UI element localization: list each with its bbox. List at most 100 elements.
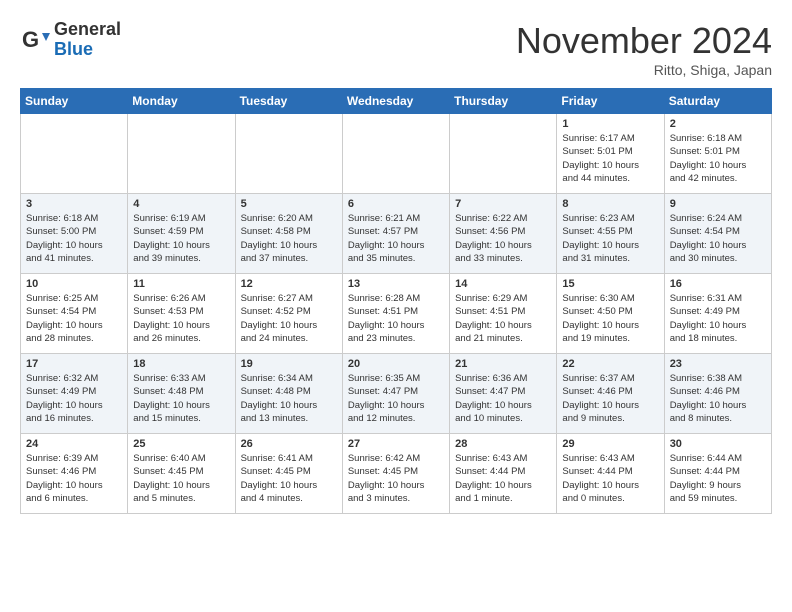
day-number: 30 — [670, 438, 766, 450]
day-info: Sunrise: 6:38 AM Sunset: 4:46 PM Dayligh… — [670, 372, 766, 425]
calendar-cell: 5Sunrise: 6:20 AM Sunset: 4:58 PM Daylig… — [235, 194, 342, 274]
page-header: G General Blue November 2024 Ritto, Shig… — [20, 20, 772, 78]
day-number: 7 — [455, 198, 551, 210]
calendar-cell: 7 Sunrise: 6:22 AM Sunset: 4:56 PM Daylig… — [450, 194, 557, 274]
calendar-week-row: 3Sunrise: 6:18 AM Sunset: 5:00 PM Daylig… — [21, 194, 772, 274]
day-info: Sunrise: 6:43 AM Sunset: 4:44 PM Dayligh… — [562, 452, 658, 505]
day-number: 15 — [562, 278, 658, 290]
day-number: 18 — [133, 358, 229, 370]
calendar-cell: 24Sunrise: 6:39 AM Sunset: 4:46 PM Dayli… — [21, 434, 128, 514]
weekday-header-saturday: Saturday — [664, 89, 771, 114]
weekday-header-sunday: Sunday — [21, 89, 128, 114]
calendar-cell: 17Sunrise: 6:32 AM Sunset: 4:49 PM Dayli… — [21, 354, 128, 434]
weekday-header-friday: Friday — [557, 89, 664, 114]
calendar-week-row: 1 Sunrise: 6:17 AM Sunset: 5:01 PM Daylig… — [21, 114, 772, 194]
svg-text:G: G — [22, 27, 39, 52]
day-info: Sunrise: 6:42 AM Sunset: 4:45 PM Dayligh… — [348, 452, 444, 505]
logo-blue-text: Blue — [54, 40, 121, 60]
calendar-cell: 16 Sunrise: 6:31 AM Sunset: 4:49 PM Dayli… — [664, 274, 771, 354]
day-number: 9 — [670, 198, 766, 210]
day-number: 1 — [562, 118, 658, 130]
calendar-cell: 14Sunrise: 6:29 AM Sunset: 4:51 PM Dayli… — [450, 274, 557, 354]
title-block: November 2024 Ritto, Shiga, Japan — [516, 20, 772, 78]
day-info: Sunrise: 6:26 AM Sunset: 4:53 PM Dayligh… — [133, 292, 229, 345]
day-info: Sunrise: 6:27 AM Sunset: 4:52 PM Dayligh… — [241, 292, 337, 345]
calendar-cell: 19Sunrise: 6:34 AM Sunset: 4:48 PM Dayli… — [235, 354, 342, 434]
day-info: Sunrise: 6:33 AM Sunset: 4:48 PM Dayligh… — [133, 372, 229, 425]
day-info: Sunrise: 6:17 AM Sunset: 5:01 PM Dayligh… — [562, 132, 658, 185]
calendar-cell: 20 Sunrise: 6:35 AM Sunset: 4:47 PM Dayli… — [342, 354, 449, 434]
calendar-body: 1 Sunrise: 6:17 AM Sunset: 5:01 PM Daylig… — [21, 114, 772, 514]
calendar-cell: 18 Sunrise: 6:33 AM Sunset: 4:48 PM Dayli… — [128, 354, 235, 434]
day-info: Sunrise: 6:32 AM Sunset: 4:49 PM Dayligh… — [26, 372, 122, 425]
day-number: 27 — [348, 438, 444, 450]
calendar-cell — [128, 114, 235, 194]
day-info: Sunrise: 6:37 AM Sunset: 4:46 PM Dayligh… — [562, 372, 658, 425]
day-info: Sunrise: 6:30 AM Sunset: 4:50 PM Dayligh… — [562, 292, 658, 345]
day-number: 14 — [455, 278, 551, 290]
day-number: 10 — [26, 278, 122, 290]
day-number: 21 — [455, 358, 551, 370]
calendar-cell: 28 Sunrise: 6:43 AM Sunset: 4:44 PM Dayli… — [450, 434, 557, 514]
day-number: 28 — [455, 438, 551, 450]
day-info: Sunrise: 6:43 AM Sunset: 4:44 PM Dayligh… — [455, 452, 551, 505]
day-info: Sunrise: 6:24 AM Sunset: 4:54 PM Dayligh… — [670, 212, 766, 265]
calendar-cell — [342, 114, 449, 194]
day-info: Sunrise: 6:39 AM Sunset: 4:46 PM Dayligh… — [26, 452, 122, 505]
day-info: Sunrise: 6:19 AM Sunset: 4:59 PM Dayligh… — [133, 212, 229, 265]
calendar-table: SundayMondayTuesdayWednesdayThursdayFrid… — [20, 88, 772, 514]
calendar-cell: 30 Sunrise: 6:44 AM Sunset: 4:44 PM Dayli… — [664, 434, 771, 514]
logo: G General Blue — [20, 20, 121, 60]
calendar-cell: 29 Sunrise: 6:43 AM Sunset: 4:44 PM Dayli… — [557, 434, 664, 514]
day-number: 25 — [133, 438, 229, 450]
calendar-header-row: SundayMondayTuesdayWednesdayThursdayFrid… — [21, 89, 772, 114]
day-number: 19 — [241, 358, 337, 370]
calendar-cell: 25 Sunrise: 6:40 AM Sunset: 4:45 PM Dayli… — [128, 434, 235, 514]
day-info: Sunrise: 6:18 AM Sunset: 5:01 PM Dayligh… — [670, 132, 766, 185]
day-number: 12 — [241, 278, 337, 290]
month-title: November 2024 — [516, 20, 772, 62]
location-text: Ritto, Shiga, Japan — [516, 62, 772, 78]
day-info: Sunrise: 6:41 AM Sunset: 4:45 PM Dayligh… — [241, 452, 337, 505]
day-info: Sunrise: 6:22 AM Sunset: 4:56 PM Dayligh… — [455, 212, 551, 265]
logo-general-text: General — [54, 20, 121, 40]
calendar-cell: 10 Sunrise: 6:25 AM Sunset: 4:54 PM Dayli… — [21, 274, 128, 354]
day-number: 20 — [348, 358, 444, 370]
calendar-cell: 26 Sunrise: 6:41 AM Sunset: 4:45 PM Dayli… — [235, 434, 342, 514]
day-number: 23 — [670, 358, 766, 370]
day-number: 2 — [670, 118, 766, 130]
calendar-cell: 2 Sunrise: 6:18 AM Sunset: 5:01 PM Daylig… — [664, 114, 771, 194]
day-info: Sunrise: 6:28 AM Sunset: 4:51 PM Dayligh… — [348, 292, 444, 345]
calendar-cell — [450, 114, 557, 194]
day-info: Sunrise: 6:40 AM Sunset: 4:45 PM Dayligh… — [133, 452, 229, 505]
weekday-header-wednesday: Wednesday — [342, 89, 449, 114]
calendar-cell: 11 Sunrise: 6:26 AM Sunset: 4:53 PM Dayli… — [128, 274, 235, 354]
calendar-cell: 8Sunrise: 6:23 AM Sunset: 4:55 PM Daylig… — [557, 194, 664, 274]
day-info: Sunrise: 6:20 AM Sunset: 4:58 PM Dayligh… — [241, 212, 337, 265]
day-info: Sunrise: 6:31 AM Sunset: 4:49 PM Dayligh… — [670, 292, 766, 345]
day-number: 11 — [133, 278, 229, 290]
day-number: 16 — [670, 278, 766, 290]
calendar-cell: 23 Sunrise: 6:38 AM Sunset: 4:46 PM Dayli… — [664, 354, 771, 434]
day-info: Sunrise: 6:35 AM Sunset: 4:47 PM Dayligh… — [348, 372, 444, 425]
weekday-header-monday: Monday — [128, 89, 235, 114]
day-number: 29 — [562, 438, 658, 450]
weekday-header-thursday: Thursday — [450, 89, 557, 114]
day-info: Sunrise: 6:25 AM Sunset: 4:54 PM Dayligh… — [26, 292, 122, 345]
day-info: Sunrise: 6:44 AM Sunset: 4:44 PM Dayligh… — [670, 452, 766, 505]
calendar-cell: 9 Sunrise: 6:24 AM Sunset: 4:54 PM Daylig… — [664, 194, 771, 274]
calendar-cell: 13 Sunrise: 6:28 AM Sunset: 4:51 PM Dayli… — [342, 274, 449, 354]
day-number: 13 — [348, 278, 444, 290]
day-info: Sunrise: 6:36 AM Sunset: 4:47 PM Dayligh… — [455, 372, 551, 425]
calendar-week-row: 10 Sunrise: 6:25 AM Sunset: 4:54 PM Dayli… — [21, 274, 772, 354]
calendar-cell: 12 Sunrise: 6:27 AM Sunset: 4:52 PM Dayli… — [235, 274, 342, 354]
calendar-cell: 4Sunrise: 6:19 AM Sunset: 4:59 PM Daylig… — [128, 194, 235, 274]
calendar-cell — [235, 114, 342, 194]
calendar-cell: 21 Sunrise: 6:36 AM Sunset: 4:47 PM Dayli… — [450, 354, 557, 434]
day-number: 26 — [241, 438, 337, 450]
day-number: 6 — [348, 198, 444, 210]
day-number: 3 — [26, 198, 122, 210]
day-info: Sunrise: 6:23 AM Sunset: 4:55 PM Dayligh… — [562, 212, 658, 265]
calendar-cell: 15 Sunrise: 6:30 AM Sunset: 4:50 PM Dayli… — [557, 274, 664, 354]
calendar-cell: 27 Sunrise: 6:42 AM Sunset: 4:45 PM Dayli… — [342, 434, 449, 514]
